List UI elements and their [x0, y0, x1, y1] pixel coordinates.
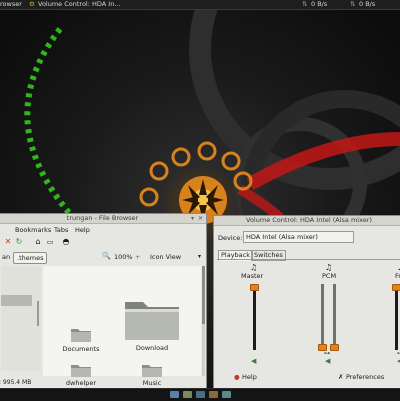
minimize-icon[interactable]: ▾ — [189, 215, 196, 222]
pcm-left-slider-track[interactable] — [321, 284, 324, 350]
menu-bookmarks[interactable]: Bookmarks — [15, 226, 51, 234]
monitor-icon[interactable]: ▭ — [45, 237, 55, 247]
device-select[interactable]: HDA Intel (Alsa mixer) — [243, 231, 354, 243]
view-mode-select[interactable]: Icon View — [150, 253, 181, 261]
bottom-panel — [0, 388, 400, 401]
tray-app-icon[interactable] — [209, 391, 218, 398]
tray-app-icon[interactable] — [222, 391, 231, 398]
front-slider-handle[interactable] — [392, 284, 400, 291]
file-view-scrollbar[interactable] — [202, 266, 205, 376]
gamepad-icon[interactable]: ◓ — [61, 237, 71, 247]
taskbar-item-file-browser[interactable]: rowser — [0, 0, 22, 9]
network-icon: ⇅ — [302, 0, 308, 8]
file-browser-window: trungan - File Browser ▾ ✕ Bookmarks Tab… — [0, 213, 207, 390]
volume-task-icon: ⚙ — [29, 0, 35, 8]
file-view: Documents Download dwhelper Music — [43, 266, 201, 387]
front-slider-fill — [395, 289, 398, 350]
channel-lock-icon[interactable]: ⊶ — [324, 350, 330, 357]
close-window-icon[interactable]: ✕ — [197, 215, 204, 222]
folder-documents[interactable]: Documents — [62, 326, 100, 353]
zoom-level[interactable]: 100% — [114, 253, 133, 261]
channel-label-pcm: PCM — [322, 272, 337, 280]
net-down-rate: 0 B/s — [311, 0, 328, 8]
music-note-icon: ♫ — [325, 263, 333, 272]
folder-label: Documents — [62, 345, 100, 353]
zoom-in-icon[interactable]: + — [135, 253, 140, 261]
speaker-icon[interactable]: ◀ — [251, 357, 256, 365]
network-up-icon: ⇅ — [350, 0, 356, 8]
scrollbar-thumb[interactable] — [202, 266, 205, 324]
music-note-icon: ♫ — [250, 263, 258, 272]
volume-control-title: Volume Control: HDA Intel (Alsa mixer) — [246, 216, 372, 224]
folder-icon — [125, 302, 179, 340]
help-icon: ● — [234, 373, 240, 381]
folder-label: Download — [135, 344, 169, 352]
net-up-rate: 0 B/s — [359, 0, 376, 8]
breadcrumb-current[interactable]: .themes — [13, 252, 48, 264]
folder-icon — [71, 365, 91, 377]
playback-panel: ♫ Master ◀ ♫ PCM ⊶ ◀ ♫ Fr ⊶ ◀ — [217, 259, 400, 375]
help-button[interactable]: Help — [242, 373, 257, 381]
file-browser-title: trungan - File Browser — [66, 214, 139, 222]
preferences-button[interactable]: Preferences — [346, 373, 384, 381]
folder-icon — [71, 329, 91, 342]
location-bar: an .themes 🔍 100% + Icon View ▾ — [0, 251, 206, 264]
channel-label-front: Fr — [395, 272, 400, 280]
zoom-icon: 🔍 — [102, 252, 111, 260]
pcm-right-slider-handle[interactable] — [330, 344, 339, 351]
master-slider-handle[interactable] — [250, 284, 259, 291]
sun-emblem — [139, 141, 253, 224]
device-label: Device: — [218, 234, 243, 242]
reload-icon[interactable]: ↻ — [14, 237, 24, 247]
tray-app-icon[interactable] — [183, 391, 192, 398]
volume-control-titlebar[interactable]: Volume Control: HDA Intel (Alsa mixer) — [214, 216, 400, 226]
preferences-icon: ✗ — [338, 373, 344, 381]
sidebar — [1, 266, 41, 371]
breadcrumb-parent[interactable]: an — [0, 252, 13, 262]
speaker-icon[interactable]: ◀ — [325, 357, 330, 365]
home-icon[interactable]: ⌂ — [33, 237, 43, 247]
tray-app-icon[interactable] — [196, 391, 205, 398]
close-icon[interactable]: ✕ — [3, 237, 13, 247]
master-slider-fill — [253, 289, 256, 350]
file-browser-titlebar[interactable]: trungan - File Browser ▾ ✕ — [0, 214, 206, 224]
menu-tabs[interactable]: Tabs — [54, 226, 68, 234]
volume-control-window: Volume Control: HDA Intel (Alsa mixer) D… — [213, 215, 400, 390]
tray-app-icon[interactable] — [170, 391, 179, 398]
sidebar-scrollbar[interactable] — [37, 301, 39, 326]
folder-download[interactable]: Download — [125, 296, 179, 352]
sidebar-selected-item[interactable] — [1, 295, 32, 306]
menu-help[interactable]: Help — [75, 226, 90, 234]
top-panel: rowser ⚙ Volume Control: HDA In... ⇅ 0 B… — [0, 0, 400, 10]
channel-label-master: Master — [241, 272, 264, 280]
taskbar-item-volume-control[interactable]: Volume Control: HDA In... — [38, 0, 121, 9]
chevron-down-icon[interactable]: ▾ — [198, 253, 201, 260]
folder-icon — [142, 365, 162, 377]
pcm-right-slider-track[interactable] — [333, 284, 336, 350]
